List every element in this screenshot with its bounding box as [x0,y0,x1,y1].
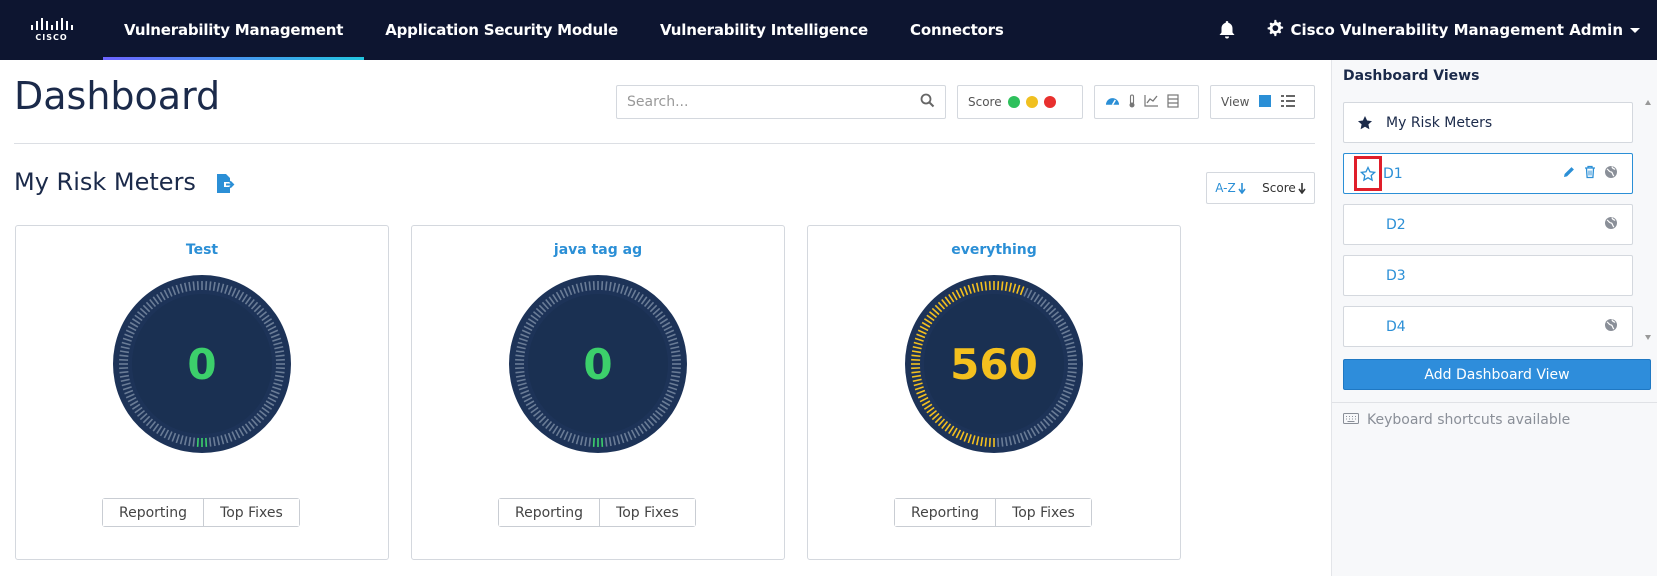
risk-meter-title[interactable]: Test [16,242,388,258]
top-fixes-button[interactable]: Top Fixes [599,499,695,526]
user-menu[interactable]: Cisco Vulnerability Management Admin [1266,19,1641,41]
card-actions: Reporting Top Fixes [894,498,1092,527]
line-chart-icon[interactable] [1144,94,1159,110]
card-actions: Reporting Top Fixes [498,498,696,527]
add-dashboard-view-button[interactable]: Add Dashboard View [1343,359,1651,390]
view-item-d3[interactable]: D3 [1343,255,1633,296]
top-fixes-button[interactable]: Top Fixes [203,499,299,526]
trash-icon[interactable] [1584,164,1596,183]
reporting-button[interactable]: Reporting [895,499,996,526]
view-label: My Risk Meters [1386,114,1493,131]
risk-meter-card: everything 560 Reporting Top Fixes [807,225,1181,560]
search-icon[interactable] [920,93,935,112]
panel-title: Dashboard Views [1343,68,1480,84]
globe-icon[interactable] [1604,164,1618,183]
risk-score: 0 [187,339,217,389]
view-item-d4[interactable]: D4 [1343,306,1633,347]
arrow-down-icon [1238,182,1246,194]
sort-score-button[interactable]: Score [1262,181,1306,195]
keyboard-shortcuts-label: Keyboard shortcuts available [1367,412,1571,428]
risk-meter-title[interactable]: everything [808,242,1180,258]
arrow-down-icon [1298,182,1306,194]
list-view-icon[interactable] [1281,94,1296,110]
view-label: View [1221,95,1250,109]
header-divider [14,143,1315,144]
page-title: Dashboard [14,74,221,118]
search-input[interactable] [627,94,920,110]
card-actions: Reporting Top Fixes [102,498,300,527]
risk-meter-title[interactable]: java tag ag [412,242,784,258]
cisco-logo[interactable]: CISCO [0,0,103,60]
sort-az-button[interactable]: A-Z [1215,181,1246,195]
risk-score: 0 [583,339,613,389]
globe-icon[interactable] [1604,215,1618,234]
yellow-score-dot[interactable] [1025,96,1038,108]
view-item-d1[interactable]: D1 [1343,153,1633,194]
nav-vulnerability-intelligence[interactable]: Vulnerability Intelligence [639,0,889,60]
view-label: D1 [1383,165,1403,182]
view-label: D4 [1386,318,1406,335]
risk-score: 560 [950,339,1038,389]
nav-application-security-module[interactable]: Application Security Module [364,0,639,60]
search-box[interactable] [616,85,946,119]
nav-label: Vulnerability Management [124,21,344,39]
nav-label: Vulnerability Intelligence [659,21,869,39]
sort-az-label: A-Z [1215,181,1236,195]
top-fixes-button[interactable]: Top Fixes [995,499,1091,526]
keyboard-icon [1343,412,1359,428]
score-filter-label: Score [968,95,1002,109]
cisco-logo-text: CISCO [35,33,68,42]
top-navbar: CISCO Vulnerability Management Applicati… [0,0,1657,60]
globe-icon[interactable] [1604,317,1618,336]
gauge-icon[interactable] [1105,94,1120,110]
gear-icon [1266,19,1284,41]
view-label: D3 [1386,267,1406,284]
caret-down-icon [1629,21,1641,39]
export-icon[interactable] [214,173,238,197]
sort-controls: A-Z Score [1206,172,1315,204]
reporting-button[interactable]: Reporting [103,499,204,526]
pencil-icon[interactable] [1562,164,1576,183]
green-score-dot[interactable] [1007,96,1020,108]
view-item-my-risk-meters[interactable]: My Risk Meters [1343,102,1633,143]
nav-connectors[interactable]: Connectors [889,0,1025,60]
view-toggle: View [1210,85,1315,119]
bell-icon[interactable] [1216,19,1238,41]
view-item-d2[interactable]: D2 [1343,204,1633,245]
risk-meter-card: java tag ag 0 Reporting Top Fixes [411,225,785,560]
sort-score-label: Score [1262,181,1296,195]
cisco-logo-bars [30,18,73,30]
main-content: Dashboard Score View My Risk Meters A-Z … [0,60,1331,576]
views-scrollbar[interactable] [1644,100,1652,340]
nav-vulnerability-management[interactable]: Vulnerability Management [103,0,365,60]
view-label: D2 [1386,216,1406,233]
thermometer-icon[interactable] [1128,93,1136,111]
score-filter[interactable]: Score [957,85,1083,119]
dashboard-views-panel: Dashboard Views My Risk Meters D1 D2 D3 … [1331,60,1657,576]
risk-meter-card: Test 0 Reporting Top Fixes [15,225,389,560]
display-mode-toolbar [1094,85,1199,119]
keyboard-shortcuts-hint[interactable]: Keyboard shortcuts available [1343,390,1570,430]
nav-label: Connectors [910,21,1004,39]
star-filled-icon[interactable] [1344,115,1386,131]
star-outline-icon[interactable] [1354,156,1382,191]
grid-view-icon[interactable] [1259,94,1272,110]
reporting-button[interactable]: Reporting [499,499,600,526]
section-title: My Risk Meters [14,168,196,196]
red-score-dot[interactable] [1043,96,1056,108]
table-icon[interactable] [1167,93,1179,111]
user-menu-label: Cisco Vulnerability Management Admin [1290,21,1623,39]
nav-label: Application Security Module [385,21,618,39]
